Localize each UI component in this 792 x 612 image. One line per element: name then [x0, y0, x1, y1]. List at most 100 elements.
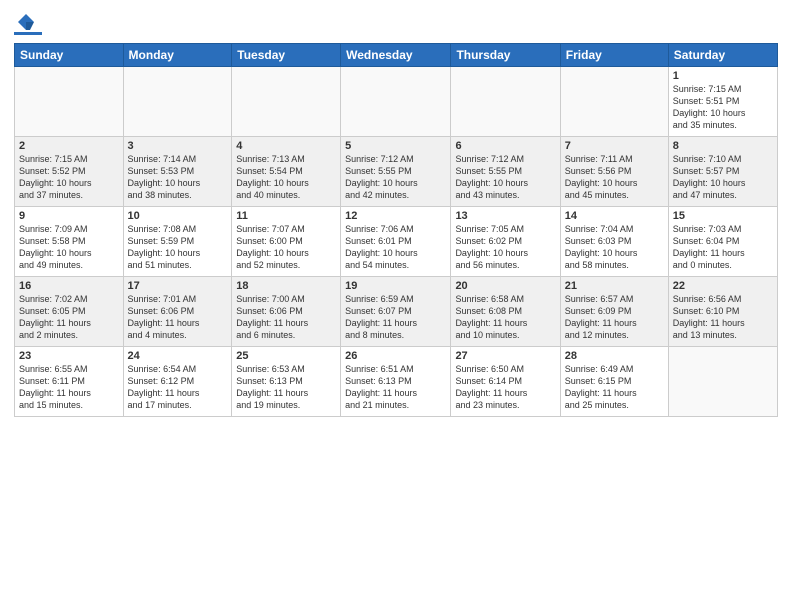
calendar-cell: 5Sunrise: 7:12 AM Sunset: 5:55 PM Daylig… — [341, 137, 451, 207]
calendar-cell: 13Sunrise: 7:05 AM Sunset: 6:02 PM Dayli… — [451, 207, 560, 277]
calendar-cell — [668, 347, 777, 417]
day-info: Sunrise: 7:07 AM Sunset: 6:00 PM Dayligh… — [236, 223, 336, 272]
calendar-cell: 7Sunrise: 7:11 AM Sunset: 5:56 PM Daylig… — [560, 137, 668, 207]
calendar-cell: 26Sunrise: 6:51 AM Sunset: 6:13 PM Dayli… — [341, 347, 451, 417]
day-info: Sunrise: 6:58 AM Sunset: 6:08 PM Dayligh… — [455, 293, 555, 342]
calendar-cell: 17Sunrise: 7:01 AM Sunset: 6:06 PM Dayli… — [123, 277, 232, 347]
logo — [14, 12, 44, 35]
calendar-cell: 14Sunrise: 7:04 AM Sunset: 6:03 PM Dayli… — [560, 207, 668, 277]
calendar-cell: 1Sunrise: 7:15 AM Sunset: 5:51 PM Daylig… — [668, 67, 777, 137]
weekday-header-tuesday: Tuesday — [232, 44, 341, 67]
day-info: Sunrise: 7:13 AM Sunset: 5:54 PM Dayligh… — [236, 153, 336, 202]
day-number: 9 — [19, 210, 119, 222]
day-number: 11 — [236, 210, 336, 222]
calendar-cell: 11Sunrise: 7:07 AM Sunset: 6:00 PM Dayli… — [232, 207, 341, 277]
day-info: Sunrise: 6:53 AM Sunset: 6:13 PM Dayligh… — [236, 363, 336, 412]
week-row-4: 16Sunrise: 7:02 AM Sunset: 6:05 PM Dayli… — [15, 277, 778, 347]
calendar-cell — [451, 67, 560, 137]
day-number: 13 — [455, 210, 555, 222]
weekday-header-friday: Friday — [560, 44, 668, 67]
day-info: Sunrise: 6:54 AM Sunset: 6:12 PM Dayligh… — [128, 363, 228, 412]
day-number: 24 — [128, 350, 228, 362]
day-number: 19 — [345, 280, 446, 292]
logo-icon — [16, 12, 36, 32]
day-info: Sunrise: 7:08 AM Sunset: 5:59 PM Dayligh… — [128, 223, 228, 272]
calendar-cell: 9Sunrise: 7:09 AM Sunset: 5:58 PM Daylig… — [15, 207, 124, 277]
day-number: 14 — [565, 210, 664, 222]
day-info: Sunrise: 7:11 AM Sunset: 5:56 PM Dayligh… — [565, 153, 664, 202]
weekday-header-monday: Monday — [123, 44, 232, 67]
day-number: 15 — [673, 210, 773, 222]
calendar-cell: 20Sunrise: 6:58 AM Sunset: 6:08 PM Dayli… — [451, 277, 560, 347]
day-number: 23 — [19, 350, 119, 362]
day-number: 8 — [673, 140, 773, 152]
day-number: 7 — [565, 140, 664, 152]
day-info: Sunrise: 7:00 AM Sunset: 6:06 PM Dayligh… — [236, 293, 336, 342]
calendar-cell: 28Sunrise: 6:49 AM Sunset: 6:15 PM Dayli… — [560, 347, 668, 417]
day-info: Sunrise: 7:04 AM Sunset: 6:03 PM Dayligh… — [565, 223, 664, 272]
weekday-header-sunday: Sunday — [15, 44, 124, 67]
day-info: Sunrise: 6:50 AM Sunset: 6:14 PM Dayligh… — [455, 363, 555, 412]
calendar-cell: 18Sunrise: 7:00 AM Sunset: 6:06 PM Dayli… — [232, 277, 341, 347]
day-info: Sunrise: 7:03 AM Sunset: 6:04 PM Dayligh… — [673, 223, 773, 272]
day-number: 4 — [236, 140, 336, 152]
calendar-cell: 22Sunrise: 6:56 AM Sunset: 6:10 PM Dayli… — [668, 277, 777, 347]
day-number: 10 — [128, 210, 228, 222]
calendar-cell: 16Sunrise: 7:02 AM Sunset: 6:05 PM Dayli… — [15, 277, 124, 347]
header — [14, 12, 778, 35]
calendar-cell: 24Sunrise: 6:54 AM Sunset: 6:12 PM Dayli… — [123, 347, 232, 417]
day-number: 20 — [455, 280, 555, 292]
weekday-header-thursday: Thursday — [451, 44, 560, 67]
day-info: Sunrise: 6:59 AM Sunset: 6:07 PM Dayligh… — [345, 293, 446, 342]
calendar-table: SundayMondayTuesdayWednesdayThursdayFrid… — [14, 43, 778, 417]
day-info: Sunrise: 7:05 AM Sunset: 6:02 PM Dayligh… — [455, 223, 555, 272]
day-info: Sunrise: 7:15 AM Sunset: 5:51 PM Dayligh… — [673, 83, 773, 132]
day-info: Sunrise: 7:14 AM Sunset: 5:53 PM Dayligh… — [128, 153, 228, 202]
day-info: Sunrise: 6:51 AM Sunset: 6:13 PM Dayligh… — [345, 363, 446, 412]
day-info: Sunrise: 6:56 AM Sunset: 6:10 PM Dayligh… — [673, 293, 773, 342]
day-number: 5 — [345, 140, 446, 152]
day-number: 22 — [673, 280, 773, 292]
day-number: 2 — [19, 140, 119, 152]
calendar-cell: 12Sunrise: 7:06 AM Sunset: 6:01 PM Dayli… — [341, 207, 451, 277]
week-row-2: 2Sunrise: 7:15 AM Sunset: 5:52 PM Daylig… — [15, 137, 778, 207]
day-info: Sunrise: 6:55 AM Sunset: 6:11 PM Dayligh… — [19, 363, 119, 412]
calendar-cell — [123, 67, 232, 137]
calendar-cell: 27Sunrise: 6:50 AM Sunset: 6:14 PM Dayli… — [451, 347, 560, 417]
page: SundayMondayTuesdayWednesdayThursdayFrid… — [0, 0, 792, 612]
week-row-3: 9Sunrise: 7:09 AM Sunset: 5:58 PM Daylig… — [15, 207, 778, 277]
day-number: 17 — [128, 280, 228, 292]
day-number: 1 — [673, 70, 773, 82]
day-info: Sunrise: 7:06 AM Sunset: 6:01 PM Dayligh… — [345, 223, 446, 272]
calendar-cell: 3Sunrise: 7:14 AM Sunset: 5:53 PM Daylig… — [123, 137, 232, 207]
calendar-cell — [341, 67, 451, 137]
calendar-cell: 25Sunrise: 6:53 AM Sunset: 6:13 PM Dayli… — [232, 347, 341, 417]
day-number: 28 — [565, 350, 664, 362]
day-number: 26 — [345, 350, 446, 362]
day-info: Sunrise: 6:57 AM Sunset: 6:09 PM Dayligh… — [565, 293, 664, 342]
weekday-header-wednesday: Wednesday — [341, 44, 451, 67]
calendar-cell: 6Sunrise: 7:12 AM Sunset: 5:55 PM Daylig… — [451, 137, 560, 207]
calendar-cell: 23Sunrise: 6:55 AM Sunset: 6:11 PM Dayli… — [15, 347, 124, 417]
day-info: Sunrise: 7:15 AM Sunset: 5:52 PM Dayligh… — [19, 153, 119, 202]
day-number: 27 — [455, 350, 555, 362]
weekday-header-saturday: Saturday — [668, 44, 777, 67]
calendar-cell — [560, 67, 668, 137]
day-info: Sunrise: 7:02 AM Sunset: 6:05 PM Dayligh… — [19, 293, 119, 342]
day-number: 25 — [236, 350, 336, 362]
day-info: Sunrise: 7:09 AM Sunset: 5:58 PM Dayligh… — [19, 223, 119, 272]
calendar-cell: 2Sunrise: 7:15 AM Sunset: 5:52 PM Daylig… — [15, 137, 124, 207]
day-info: Sunrise: 7:12 AM Sunset: 5:55 PM Dayligh… — [455, 153, 555, 202]
day-info: Sunrise: 6:49 AM Sunset: 6:15 PM Dayligh… — [565, 363, 664, 412]
day-number: 21 — [565, 280, 664, 292]
calendar-cell — [232, 67, 341, 137]
weekday-header-row: SundayMondayTuesdayWednesdayThursdayFrid… — [15, 44, 778, 67]
week-row-1: 1Sunrise: 7:15 AM Sunset: 5:51 PM Daylig… — [15, 67, 778, 137]
day-number: 3 — [128, 140, 228, 152]
day-number: 12 — [345, 210, 446, 222]
day-info: Sunrise: 7:12 AM Sunset: 5:55 PM Dayligh… — [345, 153, 446, 202]
calendar-cell: 4Sunrise: 7:13 AM Sunset: 5:54 PM Daylig… — [232, 137, 341, 207]
day-number: 18 — [236, 280, 336, 292]
day-number: 16 — [19, 280, 119, 292]
calendar-cell: 15Sunrise: 7:03 AM Sunset: 6:04 PM Dayli… — [668, 207, 777, 277]
